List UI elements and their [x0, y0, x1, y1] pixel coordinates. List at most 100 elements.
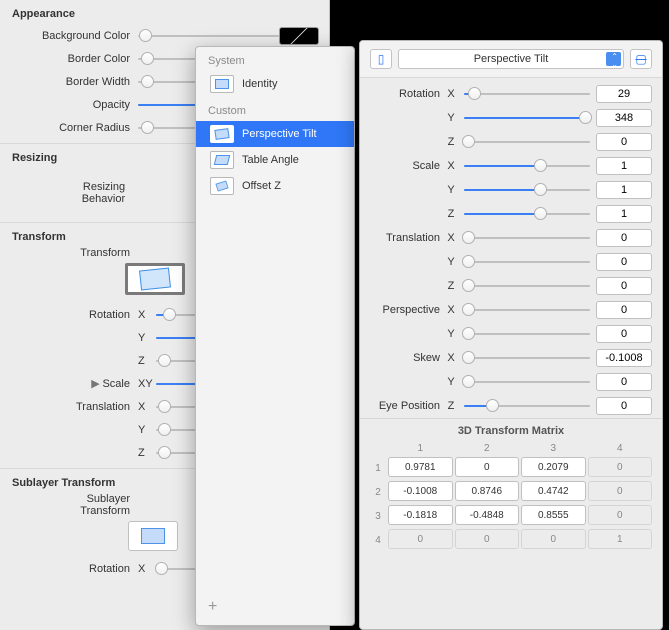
matrix-cell-2-1[interactable]: -0.1008: [388, 481, 453, 501]
transform-editor-panel: ▯ Perspective Tilt ⌃⌄ ▢ Rotation X Y Z S…: [359, 40, 663, 630]
matrix-grid: 1 2 3 4 1 0.9781 0 0.2079 0 2 -0.1008 0.…: [370, 441, 652, 551]
identity-icon: [210, 75, 234, 93]
preset-label: Table Angle: [242, 154, 299, 166]
preset-label: Offset Z: [242, 180, 281, 192]
sublayer-transform-well[interactable]: [128, 521, 178, 551]
scale-xy-axis: XY: [138, 378, 150, 390]
r-eyepos-z-slider[interactable]: [464, 397, 590, 415]
r-rotation-label: Rotation: [360, 88, 444, 100]
layout-mode-button[interactable]: ▯: [370, 49, 392, 69]
r-trans-z-input[interactable]: [596, 277, 652, 295]
translation-z-axis: Z: [138, 447, 150, 459]
translation-label: Translation: [0, 401, 138, 413]
r-rot-x-slider[interactable]: [464, 85, 590, 103]
r-persp-x-slider[interactable]: [464, 301, 590, 319]
matrix-cell-2-3[interactable]: 0.4742: [521, 481, 586, 501]
translation-x-axis: X: [138, 401, 150, 413]
r-trans-y-axis: Y: [444, 256, 458, 268]
r-eyepos-z-input[interactable]: [596, 397, 652, 415]
transform-preset-popover: System Identity Custom Perspective Tilt …: [195, 46, 355, 626]
r-perspective-label: Perspective: [360, 304, 444, 316]
reset-button[interactable]: ▢: [630, 49, 652, 69]
scale-disclosure-icon[interactable]: ▶: [90, 377, 100, 390]
r-trans-x-axis: X: [444, 232, 458, 244]
r-rot-z-axis: Z: [444, 136, 458, 148]
background-color-swatch[interactable]: [279, 27, 319, 45]
r-persp-y-axis: Y: [444, 328, 458, 340]
r-trans-z-slider[interactable]: [464, 277, 590, 295]
translation-y-axis: Y: [138, 424, 150, 436]
r-trans-x-input[interactable]: [596, 229, 652, 247]
r-persp-y-slider[interactable]: [464, 325, 590, 343]
offset-z-icon: [210, 177, 234, 195]
matrix-cell-3-4: 0: [588, 505, 653, 525]
matrix-cell-2-2[interactable]: 0.8746: [455, 481, 520, 501]
preset-item-identity[interactable]: Identity: [196, 71, 354, 97]
r-scale-z-input[interactable]: [596, 205, 652, 223]
r-trans-x-slider[interactable]: [464, 229, 590, 247]
matrix-cell-3-1[interactable]: -0.1818: [388, 505, 453, 525]
matrix-row-2: 2: [370, 481, 386, 503]
table-angle-icon: [210, 151, 234, 169]
corner-radius-label: Corner Radius: [0, 122, 138, 134]
r-trans-y-input[interactable]: [596, 253, 652, 271]
r-scale-y-slider[interactable]: [464, 181, 590, 199]
r-skew-x-input[interactable]: [596, 349, 652, 367]
r-trans-y-slider[interactable]: [464, 253, 590, 271]
r-scale-x-input[interactable]: [596, 157, 652, 175]
r-rot-x-axis: X: [444, 88, 458, 100]
r-persp-x-axis: X: [444, 304, 458, 316]
preset-group-custom: Custom: [196, 97, 354, 121]
matrix-cell-1-2[interactable]: 0: [455, 457, 520, 477]
border-width-label: Border Width: [0, 76, 138, 88]
r-eyepos-z-axis: Z: [444, 400, 458, 412]
rotation-label: Rotation: [0, 309, 138, 321]
transform-well[interactable]: [125, 263, 185, 295]
preset-label: Identity: [242, 78, 277, 90]
r-scale-x-slider[interactable]: [464, 157, 590, 175]
r-rot-z-slider[interactable]: [464, 133, 590, 151]
rotation-z-axis: Z: [138, 355, 150, 367]
r-skew-y-input[interactable]: [596, 373, 652, 391]
r-rot-z-input[interactable]: [596, 133, 652, 151]
preset-item-perspective-tilt[interactable]: Perspective Tilt: [196, 121, 354, 147]
preset-add-button[interactable]: +: [208, 599, 217, 615]
matrix-cell-4-1: 0: [388, 529, 453, 549]
r-skew-y-slider[interactable]: [464, 373, 590, 391]
r-rot-x-input[interactable]: [596, 85, 652, 103]
sub-rotation-label: Rotation: [0, 563, 138, 575]
background-color-slider[interactable]: [138, 27, 279, 45]
matrix-col-3: 3: [521, 441, 586, 455]
r-scale-y-input[interactable]: [596, 181, 652, 199]
r-scale-label: Scale: [360, 160, 444, 172]
sublayer-transform-label: Sublayer Transform: [0, 493, 138, 517]
r-rot-y-slider[interactable]: [464, 109, 590, 127]
matrix-row-1: 1: [370, 457, 386, 479]
rotation-y-axis: Y: [138, 332, 150, 344]
transform-preview-icon: [139, 267, 171, 290]
r-persp-x-input[interactable]: [596, 301, 652, 319]
resizing-behavior-label: Resizing Behavior: [0, 181, 133, 205]
sublayer-transform-icon: [141, 528, 165, 544]
chevron-updown-icon: ⌃⌄: [611, 53, 618, 69]
matrix-col-2: 2: [455, 441, 520, 455]
preset-item-table-angle[interactable]: Table Angle: [196, 147, 354, 173]
matrix-cell-3-2[interactable]: -0.4848: [455, 505, 520, 525]
matrix-cell-1-1[interactable]: 0.9781: [388, 457, 453, 477]
preset-item-offset-z[interactable]: Offset Z: [196, 173, 354, 199]
r-persp-y-input[interactable]: [596, 325, 652, 343]
r-rot-y-input[interactable]: [596, 109, 652, 127]
r-scale-z-slider[interactable]: [464, 205, 590, 223]
matrix-cell-1-3[interactable]: 0.2079: [521, 457, 586, 477]
matrix-cell-3-3[interactable]: 0.8555: [521, 505, 586, 525]
r-eyepos-label: Eye Position: [360, 400, 444, 412]
r-translation-label: Translation: [360, 232, 444, 244]
matrix-col-4: 4: [588, 441, 653, 455]
transform-preset-select[interactable]: Perspective Tilt ⌃⌄: [398, 49, 624, 69]
matrix-cell-4-2: 0: [455, 529, 520, 549]
layout-mode-icon: ▯: [378, 52, 385, 66]
reset-icon: ▢: [635, 52, 646, 66]
matrix-title: 3D Transform Matrix: [370, 425, 652, 437]
transform-label: Transform: [0, 247, 138, 259]
r-skew-x-slider[interactable]: [464, 349, 590, 367]
